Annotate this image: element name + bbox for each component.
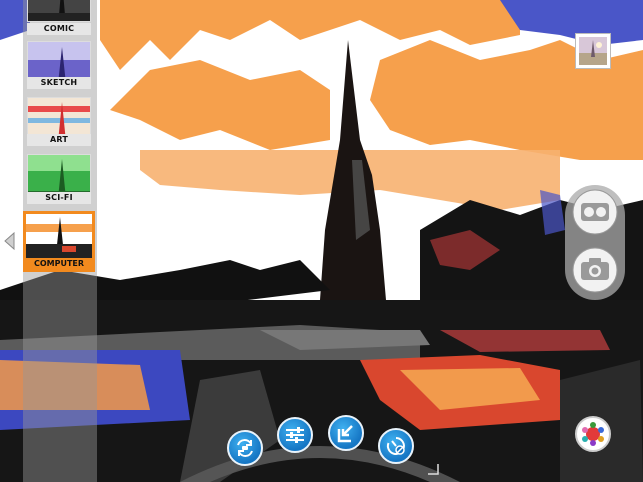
filter-label-art[interactable]: ART	[27, 134, 91, 146]
toolbar-arc	[180, 446, 460, 482]
filter-item-computer-selected[interactable]: COMPUTER	[23, 211, 95, 272]
filter-label-scifi[interactable]: SCI-FI	[27, 192, 91, 204]
video-camera-icon[interactable]	[569, 188, 621, 236]
switch-camera-button[interactable]	[227, 430, 263, 466]
import-icon	[337, 425, 353, 443]
timer-icon	[386, 437, 405, 455]
filter-label-sketch[interactable]: SKETCH	[27, 77, 91, 89]
filter-label-comic[interactable]: COMIC	[27, 23, 91, 35]
gallery-thumbnail-icon[interactable]	[575, 33, 611, 69]
filter-label-computer: COMPUTER	[26, 258, 92, 269]
chevron-left-icon[interactable]	[2, 231, 16, 251]
filter-thumb-comic[interactable]	[27, 0, 91, 22]
chevron-down-right-icon[interactable]	[426, 462, 440, 476]
filter-thumb-computer	[26, 214, 92, 258]
switch-camera-icon	[237, 439, 253, 457]
color-palette-icon	[582, 422, 604, 446]
timer-button[interactable]	[378, 428, 414, 464]
adjust-button[interactable]	[277, 417, 313, 453]
import-button[interactable]	[328, 415, 364, 451]
camera-icon[interactable]	[569, 246, 621, 294]
sliders-icon	[286, 427, 304, 443]
effects-button[interactable]	[575, 416, 611, 452]
